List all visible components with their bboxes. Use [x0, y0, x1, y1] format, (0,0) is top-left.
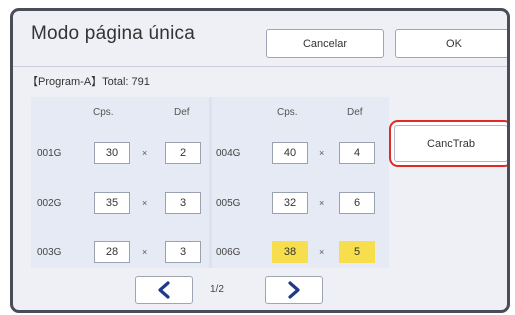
dialog-title: Modo página única	[31, 23, 195, 44]
times-sign: ×	[319, 148, 325, 158]
times-sign: ×	[319, 247, 325, 257]
ok-button[interactable]: OK	[395, 29, 507, 58]
groups-table: Cps. Def 001G 30 × 2 002G 35 × 3 003G 28…	[31, 97, 389, 268]
page-indicator: 1/2	[210, 284, 224, 295]
groups-column-left: Cps. Def 001G 30 × 2 002G 35 × 3 003G 28…	[31, 97, 209, 268]
times-sign: ×	[142, 198, 148, 208]
copies-header: Cps.	[93, 107, 114, 118]
single-page-mode-dialog: Modo página única Cancelar OK 【Program-A…	[10, 8, 510, 313]
groups-column-right: Cps. Def 004G 40 × 4 005G 32 × 6 006G 38…	[212, 97, 389, 268]
previous-page-button[interactable]	[135, 276, 193, 304]
def-field-highlighted[interactable]: 5	[339, 241, 375, 263]
times-sign: ×	[142, 148, 148, 158]
copies-field-highlighted[interactable]: 38	[272, 241, 308, 263]
copies-field[interactable]: 40	[272, 142, 308, 164]
def-field[interactable]: 6	[339, 192, 375, 214]
copies-header: Cps.	[277, 107, 298, 118]
chevron-right-icon	[288, 281, 300, 299]
copies-field[interactable]: 32	[272, 192, 308, 214]
group-id-label: 006G	[216, 247, 241, 258]
cancel-job-label: CancTrab	[394, 125, 507, 162]
group-id-label: 003G	[37, 247, 62, 258]
copies-field[interactable]: 28	[94, 241, 130, 263]
header-divider	[13, 66, 507, 67]
def-field[interactable]: 2	[165, 142, 201, 164]
copies-field[interactable]: 30	[94, 142, 130, 164]
times-sign: ×	[142, 247, 148, 257]
copies-field[interactable]: 35	[94, 192, 130, 214]
next-page-button[interactable]	[265, 276, 323, 304]
chevron-left-icon	[158, 281, 170, 299]
program-info: 【Program-A】Total: 791	[27, 76, 150, 88]
group-id-label: 005G	[216, 198, 241, 209]
group-id-label: 002G	[37, 198, 62, 209]
group-id-label: 001G	[37, 148, 62, 159]
cancel-job-button[interactable]: CancTrab	[389, 120, 507, 167]
def-header: Def	[174, 107, 190, 118]
def-field[interactable]: 3	[165, 192, 201, 214]
def-field[interactable]: 4	[339, 142, 375, 164]
times-sign: ×	[319, 198, 325, 208]
def-field[interactable]: 3	[165, 241, 201, 263]
def-header: Def	[347, 107, 363, 118]
group-id-label: 004G	[216, 148, 241, 159]
cancel-button[interactable]: Cancelar	[266, 29, 384, 58]
